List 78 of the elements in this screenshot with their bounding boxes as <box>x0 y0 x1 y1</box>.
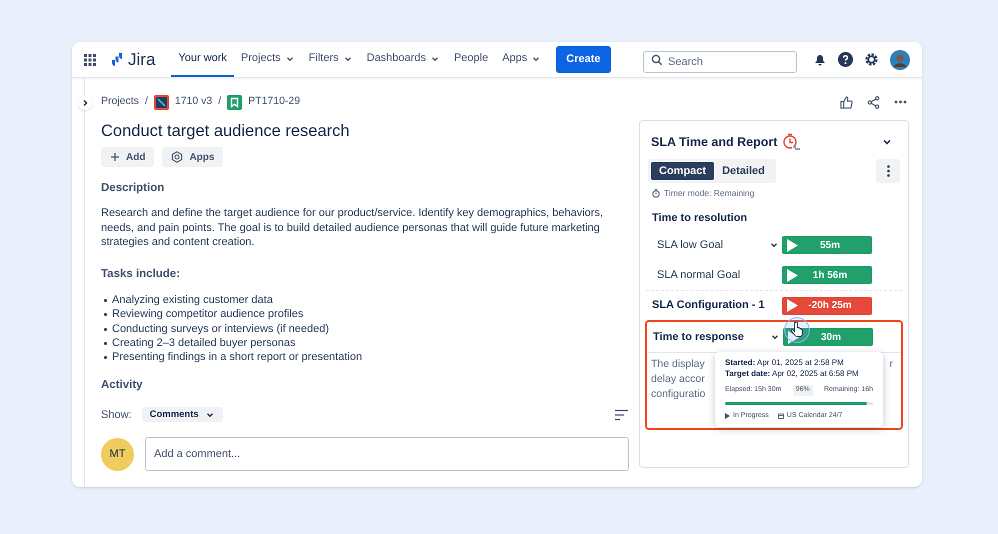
sla-name: Time to response <box>652 330 745 345</box>
calendar-icon <box>778 412 784 419</box>
section-heading: Tasks include: <box>101 266 182 282</box>
view-tab[interactable]: Compact <box>651 162 714 180</box>
nav-tab[interactable]: Filters <box>302 42 360 77</box>
settings-icon[interactable] <box>864 52 879 67</box>
timer-mode-text: Timer mode: Remaining <box>664 186 754 200</box>
note-text: r <box>890 357 893 372</box>
show-filter-dropdown[interactable]: Comments <box>142 407 223 422</box>
create-button[interactable]: Create <box>556 46 611 73</box>
view-tab[interactable]: Detailed <box>714 162 773 180</box>
note-text: delay accor <box>651 372 705 387</box>
thumbs-up-icon[interactable] <box>840 96 853 108</box>
nav-tab[interactable]: Dashboards <box>360 42 447 77</box>
section-heading: Description <box>101 181 166 196</box>
note-text: configuratio <box>651 387 706 402</box>
vertical-dots-icon <box>886 164 890 177</box>
action-button[interactable]: Add <box>101 147 154 167</box>
sla-name: SLA Configuration - 1 <box>651 298 766 314</box>
share-icon[interactable] <box>867 96 880 108</box>
description-text: Research and define the target audience for our product/service. Identify key demographics, behaviors, needs, and pain points. The goal is to build detailed audience personas that will guide future marketing strategies and content creation. <box>101 206 604 250</box>
search-field[interactable]: Search <box>643 50 797 72</box>
hand-cursor-icon <box>783 316 811 344</box>
breadcrumb-separator: / <box>144 94 148 110</box>
panel-menu-button[interactable] <box>876 158 900 183</box>
task-item: Creating 2–3 detailed buyer personas <box>112 336 296 350</box>
task-item: Conducting surveys or interviews (if needed) <box>112 322 330 336</box>
bullet-icon <box>104 356 107 360</box>
group-heading: Time to resolution <box>651 210 748 226</box>
play-icon <box>786 268 798 282</box>
more-icon[interactable] <box>894 100 907 104</box>
breadcrumb-link[interactable]: PT1710-29 <box>248 94 300 110</box>
play-icon <box>786 238 798 252</box>
project-icon <box>154 94 169 110</box>
sla-name: SLA normal Goal <box>656 268 742 283</box>
action-button[interactable]: Apps <box>162 147 224 167</box>
nav-tab[interactable]: Apps <box>495 42 548 77</box>
play-icon <box>725 412 730 419</box>
nav-tab[interactable]: People <box>446 42 496 77</box>
bullet-icon <box>104 313 107 316</box>
nav-tab[interactable]: Your work <box>171 42 234 77</box>
play-icon <box>787 330 799 344</box>
breadcrumb-link[interactable]: 1710 v3 <box>174 94 212 110</box>
help-icon[interactable] <box>838 52 853 67</box>
app-name: Jira <box>128 48 156 71</box>
task-item: Reviewing competitor audience profiles <box>112 307 304 322</box>
bullet-icon <box>104 328 107 331</box>
sort-icon[interactable] <box>614 408 629 421</box>
chevron-right-icon <box>81 99 89 107</box>
breadcrumb-separator: / <box>218 94 222 110</box>
hexagon-icon <box>171 151 184 163</box>
target-date-text: Target date: Apr 02, 2025 at 6:58 PM <box>725 368 860 379</box>
notification-bell-icon[interactable] <box>813 52 827 66</box>
commenter-avatar: MT <box>101 438 134 471</box>
play-icon <box>786 299 798 312</box>
panel-title: SLA Time and Report <box>651 134 778 151</box>
issue-title: Conduct target audience research <box>101 121 351 142</box>
stopwatch-icon <box>782 133 802 152</box>
search-icon <box>651 54 663 66</box>
section-heading: Activity <box>101 378 144 394</box>
user-avatar[interactable] <box>890 50 910 70</box>
bullet-icon <box>104 342 107 345</box>
note-text: The display <box>651 357 705 372</box>
timer-icon <box>652 188 660 198</box>
bookmark-icon <box>227 94 242 110</box>
bullet-icon <box>104 299 107 302</box>
expand-sidebar-button[interactable] <box>78 96 92 110</box>
timer-badge[interactable]: -20h 25m <box>782 296 872 314</box>
sla-name: SLA low Goal <box>656 238 724 253</box>
started-text: Started: Apr 01, 2025 at 2:58 PM <box>725 357 845 368</box>
nav-tab[interactable]: Projects <box>234 42 302 77</box>
task-item: Presenting findings in a short report or presentation <box>112 350 362 364</box>
show-label: Show: <box>101 408 132 423</box>
app-grid-icon[interactable] <box>84 54 96 66</box>
plus-icon <box>110 152 120 162</box>
task-item: Analyzing existing customer data <box>112 293 273 308</box>
breadcrumb-link[interactable]: Projects <box>101 94 139 110</box>
comment-field[interactable]: Add a comment... <box>145 437 629 472</box>
